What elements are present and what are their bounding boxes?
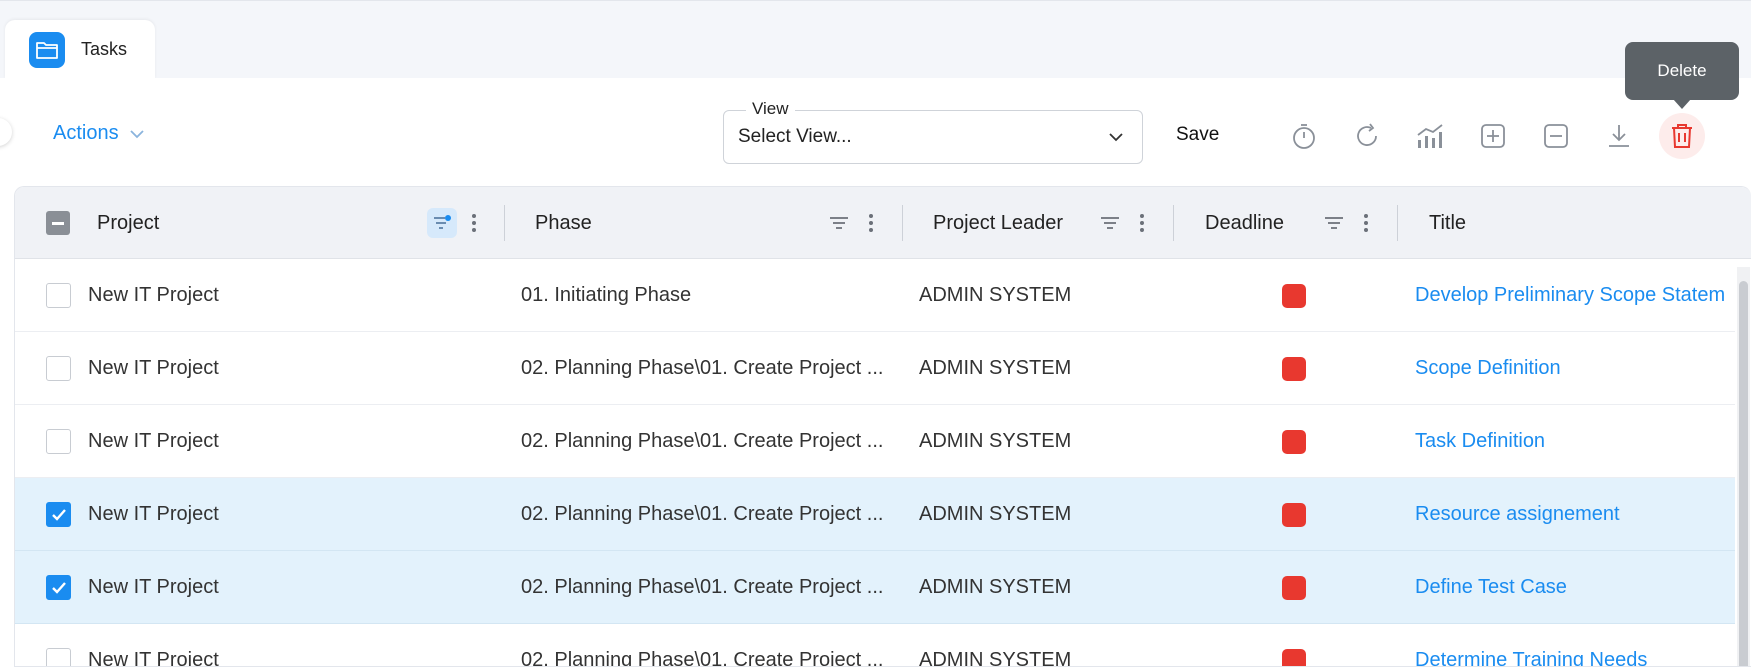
- column-header-project-leader[interactable]: Project Leader: [933, 187, 1063, 259]
- cell-project-leader: ADMIN SYSTEM: [919, 284, 1072, 306]
- table-row[interactable]: New IT Project 02. Planning Phase\01. Cr…: [15, 405, 1735, 478]
- column-divider[interactable]: [1397, 205, 1398, 241]
- cell-project: New IT Project: [88, 503, 219, 525]
- table-row[interactable]: New IT Project 01. Initiating Phase ADMI…: [15, 259, 1735, 332]
- cell-project: New IT Project: [88, 430, 219, 452]
- tab-label: Tasks: [81, 39, 128, 59]
- cell-title-link[interactable]: Task Definition: [1415, 405, 1735, 478]
- column-header-title[interactable]: Title: [1429, 187, 1466, 259]
- column-header-phase[interactable]: Phase: [535, 187, 592, 259]
- table-row[interactable]: New IT Project 02. Planning Phase\01. Cr…: [15, 624, 1735, 667]
- download-icon[interactable]: [1599, 116, 1639, 156]
- folder-icon: [29, 31, 65, 68]
- column-divider[interactable]: [504, 205, 505, 241]
- cell-phase: 02. Planning Phase\01. Create Project ..…: [521, 649, 884, 667]
- trash-icon: [1672, 124, 1692, 148]
- deadline-status-indicator: [1282, 576, 1306, 600]
- row-checkbox[interactable]: [46, 429, 71, 454]
- cell-title-link[interactable]: Determine Training Needs: [1415, 624, 1735, 666]
- select-all-checkbox[interactable]: [46, 211, 70, 235]
- refresh-icon[interactable]: [1347, 116, 1387, 156]
- cell-phase: 02. Planning Phase\01. Create Project ..…: [521, 430, 884, 452]
- row-checkbox[interactable]: [46, 575, 71, 600]
- view-select[interactable]: View Select View...: [723, 99, 1143, 164]
- tab-strip: Tasks: [0, 0, 1751, 79]
- filter-active-icon[interactable]: [427, 208, 457, 238]
- cell-project: New IT Project: [88, 357, 219, 379]
- column-divider[interactable]: [1173, 205, 1174, 241]
- cell-phase: 02. Planning Phase\01. Create Project ..…: [521, 357, 884, 379]
- table-row[interactable]: New IT Project 02. Planning Phase\01. Cr…: [15, 478, 1735, 551]
- cell-project: New IT Project: [88, 649, 219, 667]
- sidebar-toggle[interactable]: [0, 118, 12, 146]
- cell-project-leader: ADMIN SYSTEM: [919, 649, 1072, 667]
- delete-tooltip: Delete: [1625, 42, 1739, 109]
- check-icon: [51, 581, 66, 594]
- scrollbar-thumb[interactable]: [1739, 281, 1748, 666]
- view-value: Select View...: [738, 126, 852, 147]
- cell-project: New IT Project: [88, 284, 219, 306]
- cell-project-leader: ADMIN SYSTEM: [919, 357, 1072, 379]
- chevron-down-icon: [129, 129, 144, 138]
- cell-title-link[interactable]: Define Test Case: [1415, 551, 1735, 624]
- row-checkbox[interactable]: [46, 356, 71, 381]
- deadline-status-indicator: [1282, 284, 1306, 308]
- cell-title-link[interactable]: Scope Definition: [1415, 332, 1735, 405]
- cell-title-link[interactable]: Develop Preliminary Scope Statem: [1415, 259, 1735, 332]
- delete-button[interactable]: [1659, 113, 1705, 159]
- column-header-project[interactable]: Project: [97, 187, 159, 259]
- column-header-deadline[interactable]: Deadline: [1205, 187, 1284, 259]
- row-checkbox[interactable]: [46, 502, 71, 527]
- cell-phase: 02. Planning Phase\01. Create Project ..…: [521, 503, 884, 525]
- filter-icon[interactable]: [1095, 208, 1125, 238]
- column-divider[interactable]: [902, 205, 903, 241]
- column-menu-icon[interactable]: [463, 208, 485, 238]
- column-menu-icon[interactable]: [1355, 208, 1377, 238]
- filter-icon[interactable]: [1319, 208, 1349, 238]
- actions-dropdown[interactable]: Actions: [53, 122, 145, 145]
- check-icon: [51, 508, 66, 521]
- collapse-minus-icon[interactable]: [1536, 116, 1576, 156]
- view-label: View: [746, 99, 795, 119]
- vertical-scrollbar[interactable]: [1737, 267, 1750, 666]
- row-checkbox[interactable]: [46, 283, 71, 308]
- expand-plus-icon[interactable]: [1473, 116, 1513, 156]
- filter-icon[interactable]: [824, 208, 854, 238]
- deadline-status-indicator: [1282, 430, 1306, 454]
- cell-project-leader: ADMIN SYSTEM: [919, 576, 1072, 598]
- save-button[interactable]: Save: [1176, 124, 1219, 146]
- tab-tasks[interactable]: Tasks: [5, 20, 155, 79]
- row-checkbox[interactable]: [46, 648, 71, 666]
- chart-icon[interactable]: [1410, 116, 1450, 156]
- chevron-down-icon: [1109, 133, 1123, 142]
- toolbar: Actions View Select View... Save: [0, 78, 1751, 186]
- cell-phase: 01. Initiating Phase: [521, 284, 692, 306]
- cell-project-leader: ADMIN SYSTEM: [919, 430, 1072, 452]
- cell-project-leader: ADMIN SYSTEM: [919, 503, 1072, 525]
- column-menu-icon[interactable]: [1131, 208, 1153, 238]
- grid-header: Project Phase Project Leader Deadline Ti…: [15, 187, 1751, 259]
- table-row[interactable]: New IT Project 02. Planning Phase\01. Cr…: [15, 332, 1735, 405]
- cell-title-link[interactable]: Resource assignement: [1415, 478, 1735, 551]
- cell-project: New IT Project: [88, 576, 219, 598]
- actions-label: Actions: [53, 122, 119, 144]
- deadline-status-indicator: [1282, 649, 1306, 666]
- table-row[interactable]: New IT Project 02. Planning Phase\01. Cr…: [15, 551, 1735, 624]
- deadline-status-indicator: [1282, 357, 1306, 381]
- column-menu-icon[interactable]: [860, 208, 882, 238]
- timer-icon[interactable]: [1284, 116, 1324, 156]
- cell-phase: 02. Planning Phase\01. Create Project ..…: [521, 576, 884, 598]
- tasks-grid: Project Phase Project Leader Deadline Ti…: [14, 186, 1751, 667]
- deadline-status-indicator: [1282, 503, 1306, 527]
